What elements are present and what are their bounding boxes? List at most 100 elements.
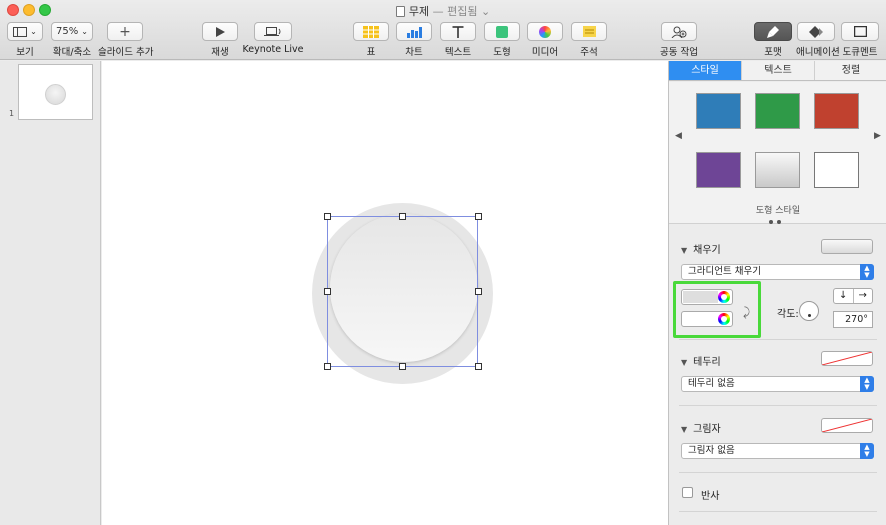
broadcast-icon (264, 27, 281, 36)
shadow-type-value: 그림자 없음 (688, 445, 735, 456)
selection-box (327, 216, 478, 367)
shape-button[interactable] (484, 22, 520, 41)
style-swatch-blue[interactable] (696, 93, 741, 129)
zoom-label: 확대/축소 (52, 47, 92, 58)
collaborate-button[interactable] (661, 22, 697, 41)
annotation-highlight-box (673, 281, 761, 338)
add-slide-button[interactable]: + (107, 22, 143, 41)
shadow-heading: 그림자 (693, 424, 721, 435)
fill-type-select[interactable]: 그라디언트 채우기 ▲ ▼ (681, 264, 874, 280)
document-state: 편집됨 (447, 5, 478, 18)
media-control[interactable]: 미디어 (527, 22, 563, 58)
animate-diamond-icon (809, 25, 823, 38)
resize-handle-right[interactable] (475, 288, 482, 295)
chart-control[interactable]: 차트 (396, 22, 432, 58)
chart-label: 차트 (405, 47, 423, 58)
divider (679, 339, 877, 340)
collaborate-control[interactable]: 공동 작업 (658, 22, 700, 58)
title-separator: — (432, 5, 444, 18)
previous-styles-icon[interactable]: ◀ (675, 131, 682, 141)
document-icon (853, 26, 867, 37)
fill-preview[interactable] (821, 239, 873, 254)
shadow-type-select[interactable]: 그림자 없음 ▲ ▼ (681, 443, 874, 459)
keynote-live-control[interactable]: Keynote Live (242, 22, 304, 55)
border-preview[interactable] (821, 351, 873, 366)
divider (679, 511, 877, 512)
gradient-direction-buttons[interactable]: ↓ → (833, 288, 873, 304)
format-control[interactable]: 포맷 (753, 22, 793, 58)
border-section-header[interactable]: ▼ 테두리 (681, 353, 721, 368)
style-swatch-purple[interactable] (696, 152, 741, 188)
format-button[interactable] (754, 22, 792, 41)
slide-canvas[interactable] (102, 61, 668, 525)
slide-thumbnail[interactable] (18, 64, 93, 120)
arrow-right-icon[interactable]: → (854, 289, 873, 303)
resize-handle-left[interactable] (324, 288, 331, 295)
keynote-live-button[interactable] (254, 22, 292, 41)
resize-handle-bottom-right[interactable] (475, 363, 482, 370)
border-type-value: 테두리 없음 (688, 378, 735, 389)
resize-handle-top-left[interactable] (324, 213, 331, 220)
shadow-section-header[interactable]: ▼ 그림자 (681, 420, 721, 435)
tab-arrange[interactable]: 정렬 (815, 61, 886, 80)
text-control[interactable]: 텍스트 (437, 22, 479, 58)
view-control[interactable]: ⌄ 보기 (6, 22, 44, 58)
tab-text[interactable]: 텍스트 (742, 61, 815, 80)
play-icon (215, 26, 225, 37)
fill-heading: 채우기 (693, 245, 721, 256)
shape-control[interactable]: 도형 (484, 22, 520, 58)
sidebar-icon (13, 26, 28, 37)
style-swatch-red[interactable] (814, 93, 859, 129)
no-border-slash-icon (822, 352, 872, 365)
resize-handle-top[interactable] (399, 213, 406, 220)
shape-label: 도형 (493, 47, 511, 58)
arrow-down-icon[interactable]: ↓ (834, 289, 854, 303)
zoom-control[interactable]: 75% ⌄ 확대/축소 (49, 22, 95, 58)
play-control[interactable]: 재생 (201, 22, 239, 58)
zoom-button[interactable]: 75% ⌄ (51, 22, 93, 41)
next-styles-icon[interactable]: ▶ (874, 131, 881, 141)
document-button[interactable] (841, 22, 879, 41)
chevron-down-icon[interactable]: ⌄ (481, 5, 490, 18)
disclosure-triangle-icon: ▼ (681, 425, 688, 434)
resize-handle-bottom-left[interactable] (324, 363, 331, 370)
animate-control[interactable]: 애니메이션 (796, 22, 840, 58)
style-swatch-gray-gradient[interactable] (755, 152, 800, 188)
comment-button[interactable] (571, 22, 607, 41)
media-button[interactable] (527, 22, 563, 41)
add-slide-control[interactable]: + 슬라이드 추가 (98, 22, 153, 58)
media-label: 미디어 (531, 47, 559, 58)
disclosure-triangle-icon: ▼ (681, 358, 688, 367)
style-swatch-green[interactable] (755, 93, 800, 129)
toolbar: 무제 — 편집됨 ⌄ ⌄ 보기 75% ⌄ 확대/축소 + 슬라이드 추가 재생 (0, 0, 886, 60)
collaborate-label: 공동 작업 (660, 47, 698, 58)
border-type-select[interactable]: 테두리 없음 ▲ ▼ (681, 376, 874, 392)
table-button[interactable] (353, 22, 389, 41)
format-label: 포맷 (764, 47, 782, 58)
thumbnail-circle-shape (45, 84, 66, 105)
shape-styles-panel: ◀ ▶ 도형 스타일 (669, 82, 886, 224)
comment-control[interactable]: 주석 (571, 22, 607, 58)
tab-style[interactable]: 스타일 (669, 61, 742, 80)
text-icon (452, 25, 464, 38)
text-button[interactable] (440, 22, 476, 41)
angle-dial[interactable] (799, 301, 819, 321)
view-button[interactable]: ⌄ (7, 22, 43, 41)
inspector-tabs: 스타일 텍스트 정렬 (669, 61, 886, 81)
reflection-checkbox[interactable] (682, 487, 693, 498)
chart-button[interactable] (396, 22, 432, 41)
divider (679, 472, 877, 473)
shadow-preview[interactable] (821, 418, 873, 433)
resize-handle-bottom[interactable] (399, 363, 406, 370)
shape-styles-caption: 도형 스타일 (755, 206, 801, 216)
resize-handle-top-right[interactable] (475, 213, 482, 220)
chevron-down-icon: ⌄ (30, 27, 37, 36)
angle-input[interactable]: 270° (833, 311, 873, 328)
style-swatch-white-outline[interactable] (814, 152, 859, 188)
play-button[interactable] (202, 22, 238, 41)
document-control[interactable]: 도큐멘트 (839, 22, 881, 58)
table-control[interactable]: 표 (353, 22, 389, 58)
page-dots[interactable] (769, 216, 785, 227)
animate-button[interactable] (797, 22, 835, 41)
fill-section-header[interactable]: ▼ 채우기 (681, 241, 721, 256)
